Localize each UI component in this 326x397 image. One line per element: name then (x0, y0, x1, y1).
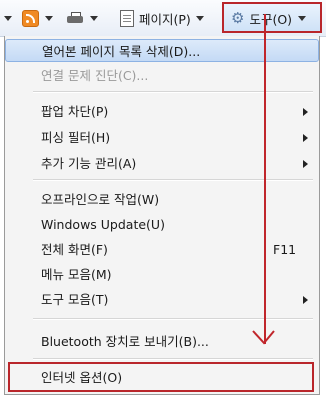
rss-feed-icon (22, 9, 39, 27)
page-menu-button[interactable]: 페이지(P) (120, 7, 204, 29)
page-icon (120, 9, 134, 27)
menu-item-label: Bluetooth 장치로 보내기(B)... (41, 334, 209, 349)
menu-item-label: 연결 문제 진단(C)... (41, 68, 149, 83)
chevron-down-icon (45, 15, 53, 21)
gear-icon: ⚙ (231, 9, 245, 27)
tools-menu-label: 도구(O) (249, 12, 293, 27)
submenu-arrow-icon (303, 134, 308, 142)
down-arrow-icon (252, 330, 275, 345)
submenu-arrow-icon (303, 296, 308, 304)
menu-separator (33, 318, 313, 320)
menu-separator (33, 358, 313, 360)
submenu-arrow-icon (303, 160, 308, 168)
menu-separator (33, 179, 313, 181)
tools-menu-button[interactable]: ⚙ 도구(O) (222, 2, 322, 33)
menu-item-label: 피싱 필터(H) (41, 130, 111, 145)
feeds-button[interactable] (22, 7, 53, 29)
menu-item-label: 도구 모음(T) (41, 292, 109, 307)
menu-item-manage-addons[interactable]: 추가 기능 관리(A) (5, 152, 319, 175)
menu-item-delete-history[interactable]: 열어본 페이지 목록 삭제(D)... (5, 39, 319, 62)
chevron-down-icon (195, 15, 204, 21)
page-menu-label: 페이지(P) (139, 11, 191, 27)
menu-item-popup-blocker[interactable]: 팝업 차단(P) (5, 100, 319, 123)
menu-item-label: 오프라인으로 작업(W) (41, 192, 160, 207)
submenu-arrow-icon (303, 108, 308, 116)
print-button[interactable] (67, 7, 98, 29)
menu-item-windows-update[interactable]: Windows Update(U) (5, 213, 319, 236)
menu-item-shortcut: F11 (273, 242, 297, 257)
annotation-line (264, 14, 266, 344)
menu-item-phishing-filter[interactable]: 피싱 필터(H) (5, 126, 319, 149)
highlight-box (8, 362, 314, 392)
menu-item-label: 전체 화면(F) (41, 242, 108, 257)
menu-item-diagnose-connection[interactable]: 연결 문제 진단(C)... (5, 64, 319, 87)
menu-item-full-screen[interactable]: 전체 화면(F) F11 (5, 238, 319, 261)
printer-icon (67, 11, 83, 25)
chevron-down-icon (298, 16, 307, 21)
menu-item-toolbars[interactable]: 도구 모음(T) (5, 288, 319, 311)
menu-item-label: 메뉴 모음(M) (41, 267, 112, 282)
menu-item-label: 추가 기능 관리(A) (41, 156, 137, 171)
chevron-down-icon (90, 15, 98, 21)
command-bar: 페이지(P) ⚙ 도구(O) (0, 0, 326, 37)
caret-icon[interactable] (4, 7, 12, 29)
menu-item-label: 팝업 차단(P) (41, 104, 109, 119)
menu-item-work-offline[interactable]: 오프라인으로 작업(W) (5, 188, 319, 211)
menu-item-label: Windows Update(U) (41, 217, 165, 232)
menu-separator (33, 91, 313, 93)
menu-item-label: 열어본 페이지 목록 삭제(D)... (42, 44, 201, 59)
menu-item-menu-bar[interactable]: 메뉴 모음(M) (5, 263, 319, 286)
